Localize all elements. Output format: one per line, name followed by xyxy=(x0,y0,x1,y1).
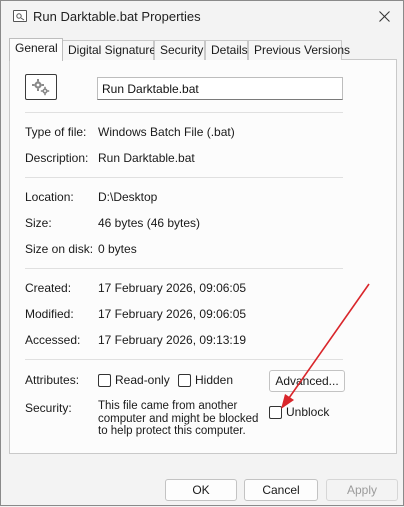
readonly-label: Read-only xyxy=(115,373,170,387)
window-title: Run Darktable.bat Properties xyxy=(33,9,201,24)
modified-label: Modified: xyxy=(25,307,74,321)
type-value: Windows Batch File (.bat) xyxy=(98,125,235,139)
divider xyxy=(25,359,343,360)
file-name-field[interactable] xyxy=(97,77,343,100)
batch-file-gear-icon xyxy=(25,74,57,100)
readonly-checkbox[interactable]: Read-only xyxy=(98,373,170,387)
tab-general[interactable]: General xyxy=(9,38,63,61)
advanced-button[interactable]: Advanced... xyxy=(269,370,345,392)
tab-previous-versions[interactable]: Previous Versions xyxy=(248,40,350,60)
checkbox-box[interactable] xyxy=(98,373,111,387)
checkbox-box[interactable] xyxy=(178,373,191,387)
tab-panel-general xyxy=(9,59,397,454)
ok-button[interactable]: OK xyxy=(165,479,237,501)
divider xyxy=(25,112,343,113)
attributes-label: Attributes: xyxy=(25,373,80,387)
description-label: Description: xyxy=(25,151,89,165)
divider xyxy=(25,177,343,178)
properties-window: Run Darktable.bat Properties General Dig… xyxy=(0,0,404,506)
close-button[interactable] xyxy=(369,3,399,29)
apply-button[interactable]: Apply xyxy=(326,479,398,501)
location-label: Location: xyxy=(25,190,74,204)
size-value: 46 bytes (46 bytes) xyxy=(98,216,201,230)
location-value: D:\Desktop xyxy=(98,190,158,204)
type-label: Type of file: xyxy=(25,125,87,139)
modified-value: 17 February 2026, 09:06:05 xyxy=(98,307,247,321)
properties-icon xyxy=(13,10,27,22)
unblock-checkbox[interactable]: Unblock xyxy=(269,405,329,419)
security-message: This file came from another computer and… xyxy=(98,400,259,437)
checkbox-box[interactable] xyxy=(269,405,282,419)
cancel-button[interactable]: Cancel xyxy=(244,479,318,501)
size-on-disk-label: Size on disk: xyxy=(25,242,94,256)
size-label: Size: xyxy=(25,216,52,230)
tab-digital-signatures[interactable]: Digital Signatures xyxy=(62,40,162,60)
created-label: Created: xyxy=(25,281,72,295)
hidden-label: Hidden xyxy=(195,373,234,387)
tab-security[interactable]: Security xyxy=(154,40,205,60)
tab-details[interactable]: Details xyxy=(205,40,248,60)
description-value: Run Darktable.bat xyxy=(98,151,195,165)
created-value: 17 February 2026, 09:06:05 xyxy=(98,281,247,295)
security-label: Security: xyxy=(25,401,72,415)
divider xyxy=(25,268,343,269)
hidden-checkbox[interactable]: Hidden xyxy=(178,373,233,387)
accessed-value: 17 February 2026, 09:13:19 xyxy=(98,333,247,347)
accessed-label: Accessed: xyxy=(25,333,81,347)
unblock-label: Unblock xyxy=(286,405,330,419)
size-on-disk-value: 0 bytes xyxy=(98,242,137,256)
close-icon xyxy=(378,10,390,22)
title-bar: Run Darktable.bat Properties xyxy=(1,1,403,33)
